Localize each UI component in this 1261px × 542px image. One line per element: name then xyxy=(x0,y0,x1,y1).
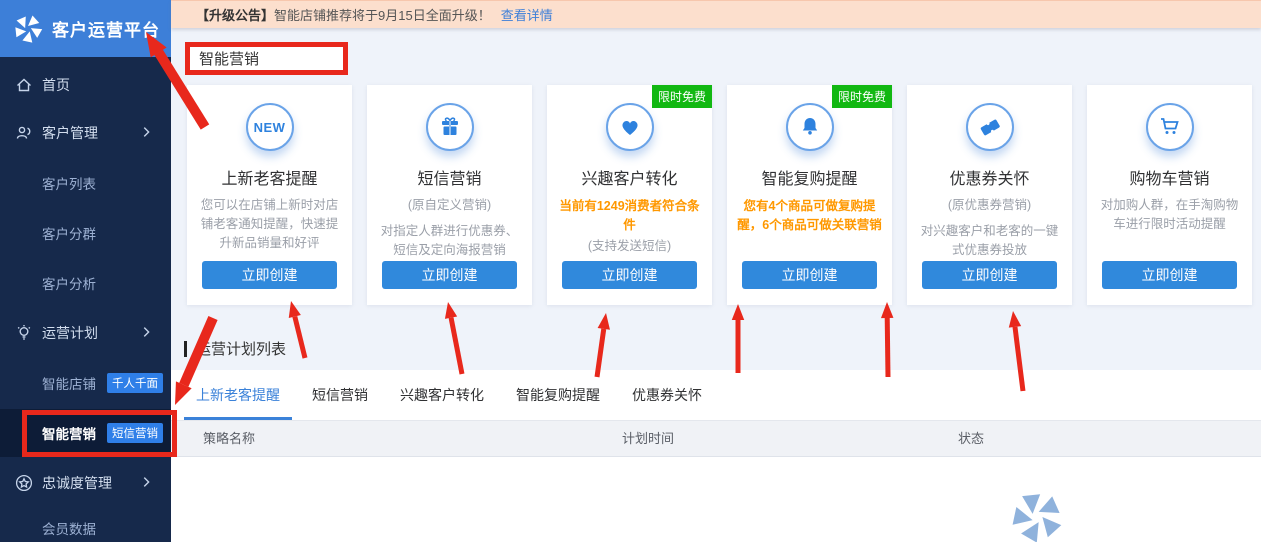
sidebar-item-customer-list[interactable]: 客户列表 xyxy=(0,165,171,201)
card-highlight: 当前有1249消费者符合条件 xyxy=(557,197,702,235)
card-highlight: 您有4个商品可做复购提醒，6个商品可做关联营销 xyxy=(737,197,882,235)
brand-logo[interactable]: 客户运营平台 xyxy=(0,0,171,57)
sidebar-item-operation-plan[interactable]: 运营计划 xyxy=(0,315,171,351)
card-interest-conversion: 限时免费 兴趣客户转化 当前有1249消费者符合条件 (支持发送短信) 立即创建 xyxy=(547,85,712,305)
tab-interest-conversion[interactable]: 兴趣客户转化 xyxy=(388,370,496,420)
page-title-annotated: 智能营销 xyxy=(185,42,348,75)
card-desc: 您可以在店铺上新时对店铺老客通知提醒，快速提升新品销量和好评 xyxy=(198,196,341,253)
notice-prefix: 【升级公告】 xyxy=(196,5,274,24)
sidebar-item-loyalty-management[interactable]: 忠诚度管理 xyxy=(0,465,171,501)
feature-cards: NEW 上新老客提醒 您可以在店铺上新时对店铺老客通知提醒，快速提升新品销量和好… xyxy=(187,85,1252,305)
main-content: 【升级公告】 智能店铺推荐将于9月15日全面升级！ 查看详情 智能营销 NEW … xyxy=(171,0,1261,542)
card-subtitle: (支持发送短信) xyxy=(558,237,701,256)
pinwheel-logo-icon xyxy=(13,14,43,44)
card-repurchase-reminder: 限时免费 智能复购提醒 您有4个商品可做复购提醒，6个商品可做关联营销 立即创建 xyxy=(727,85,892,305)
sidebar: 客户运营平台 首页 客户管理 客户列表 客户分群 客 xyxy=(0,0,171,542)
card-subtitle: (原优惠券营销) xyxy=(918,196,1061,215)
star-icon xyxy=(15,474,33,492)
brand-title: 客户运营平台 xyxy=(52,16,160,41)
create-now-button[interactable]: 立即创建 xyxy=(382,261,517,289)
sidebar-item-customer-analysis[interactable]: 客户分析 xyxy=(0,265,171,301)
home-icon xyxy=(15,76,33,94)
new-badge-icon: NEW xyxy=(246,103,294,151)
page-title: 智能营销 xyxy=(199,48,259,69)
card-coupon-care: 优惠券关怀 (原优惠券营销) 对兴趣客户和老客的一键式优惠券投放 立即创建 xyxy=(907,85,1072,305)
card-desc: 对加购人群，在手淘购物车进行限时活动提醒 xyxy=(1098,196,1241,234)
upgrade-notice-bar: 【升级公告】 智能店铺推荐将于9月15日全面升级！ 查看详情 xyxy=(171,0,1261,28)
column-status: 状态 xyxy=(958,421,984,457)
sidebar-item-home[interactable]: 首页 xyxy=(0,67,171,103)
users-icon xyxy=(15,124,33,142)
chevron-right-icon xyxy=(139,475,153,489)
card-title: 兴趣客户转化 xyxy=(547,165,712,189)
sidebar-item-smart-shop[interactable]: 智能店铺 千人千面 xyxy=(0,365,171,401)
badge-sms-marketing: 短信营销 xyxy=(107,423,163,443)
column-strategy-name: 策略名称 xyxy=(203,421,255,457)
bulb-icon xyxy=(15,324,33,342)
chevron-right-icon xyxy=(139,325,153,339)
bell-icon xyxy=(786,103,834,151)
section-title-plan-list: 运营计划列表 xyxy=(184,338,286,359)
sidebar-item-smart-marketing[interactable]: 智能营销 短信营销 xyxy=(0,409,171,457)
ticket-icon xyxy=(966,103,1014,151)
tab-sms-marketing[interactable]: 短信营销 xyxy=(300,370,380,420)
create-now-button[interactable]: 立即创建 xyxy=(922,261,1057,289)
card-title: 智能复购提醒 xyxy=(727,165,892,189)
limited-free-badge: 限时免费 xyxy=(832,85,892,108)
card-sms-marketing: 短信营销 (原自定义营销) 对指定人群进行优惠券、短信及定向海报营销 立即创建 xyxy=(367,85,532,305)
table-header: 策略名称 计划时间 状态 xyxy=(171,421,1261,457)
card-cart-marketing: 购物车营销 对加购人群，在手淘购物车进行限时活动提醒 立即创建 xyxy=(1087,85,1252,305)
sidebar-item-customer-management[interactable]: 客户管理 xyxy=(0,115,171,151)
notice-detail-link[interactable]: 查看详情 xyxy=(501,5,553,24)
create-now-button[interactable]: 立即创建 xyxy=(742,261,877,289)
column-plan-time: 计划时间 xyxy=(622,421,674,457)
create-now-button[interactable]: 立即创建 xyxy=(202,261,337,289)
create-now-button[interactable]: 立即创建 xyxy=(562,261,697,289)
limited-free-badge: 限时免费 xyxy=(652,85,712,108)
sidebar-item-customer-segments[interactable]: 客户分群 xyxy=(0,215,171,251)
chevron-right-icon xyxy=(139,125,153,139)
badge-thousand-faces: 千人千面 xyxy=(107,373,163,393)
notice-text: 智能店铺推荐将于9月15日全面升级！ xyxy=(274,5,491,24)
card-title: 短信营销 xyxy=(367,165,532,189)
card-desc: 对指定人群进行优惠券、短信及定向海报营销 xyxy=(378,222,521,260)
section-bar xyxy=(184,341,187,357)
loading-spinner-icon xyxy=(1010,490,1064,542)
gift-icon xyxy=(426,103,474,151)
cart-icon xyxy=(1146,103,1194,151)
plan-tabs: 上新老客提醒 短信营销 兴趣客户转化 智能复购提醒 优惠券关怀 xyxy=(171,370,1261,421)
tab-repurchase-reminder[interactable]: 智能复购提醒 xyxy=(504,370,612,420)
app-window: 客户运营平台 首页 客户管理 客户列表 客户分群 客 xyxy=(0,0,1261,542)
card-title: 上新老客提醒 xyxy=(187,165,352,189)
sidebar-item-member-data[interactable]: 会员数据 xyxy=(0,510,171,542)
card-subtitle: (原自定义营销) xyxy=(378,196,521,215)
tab-new-arrival-reminder[interactable]: 上新老客提醒 xyxy=(184,370,292,420)
card-title: 优惠券关怀 xyxy=(907,165,1072,189)
heart-icon xyxy=(606,103,654,151)
card-desc: 对兴趣客户和老客的一键式优惠券投放 xyxy=(918,222,1061,260)
card-new-arrival-reminder: NEW 上新老客提醒 您可以在店铺上新时对店铺老客通知提醒，快速提升新品销量和好… xyxy=(187,85,352,305)
table-body-empty xyxy=(171,457,1261,542)
create-now-button[interactable]: 立即创建 xyxy=(1102,261,1237,289)
tab-coupon-care[interactable]: 优惠券关怀 xyxy=(620,370,714,420)
card-title: 购物车营销 xyxy=(1087,165,1252,189)
